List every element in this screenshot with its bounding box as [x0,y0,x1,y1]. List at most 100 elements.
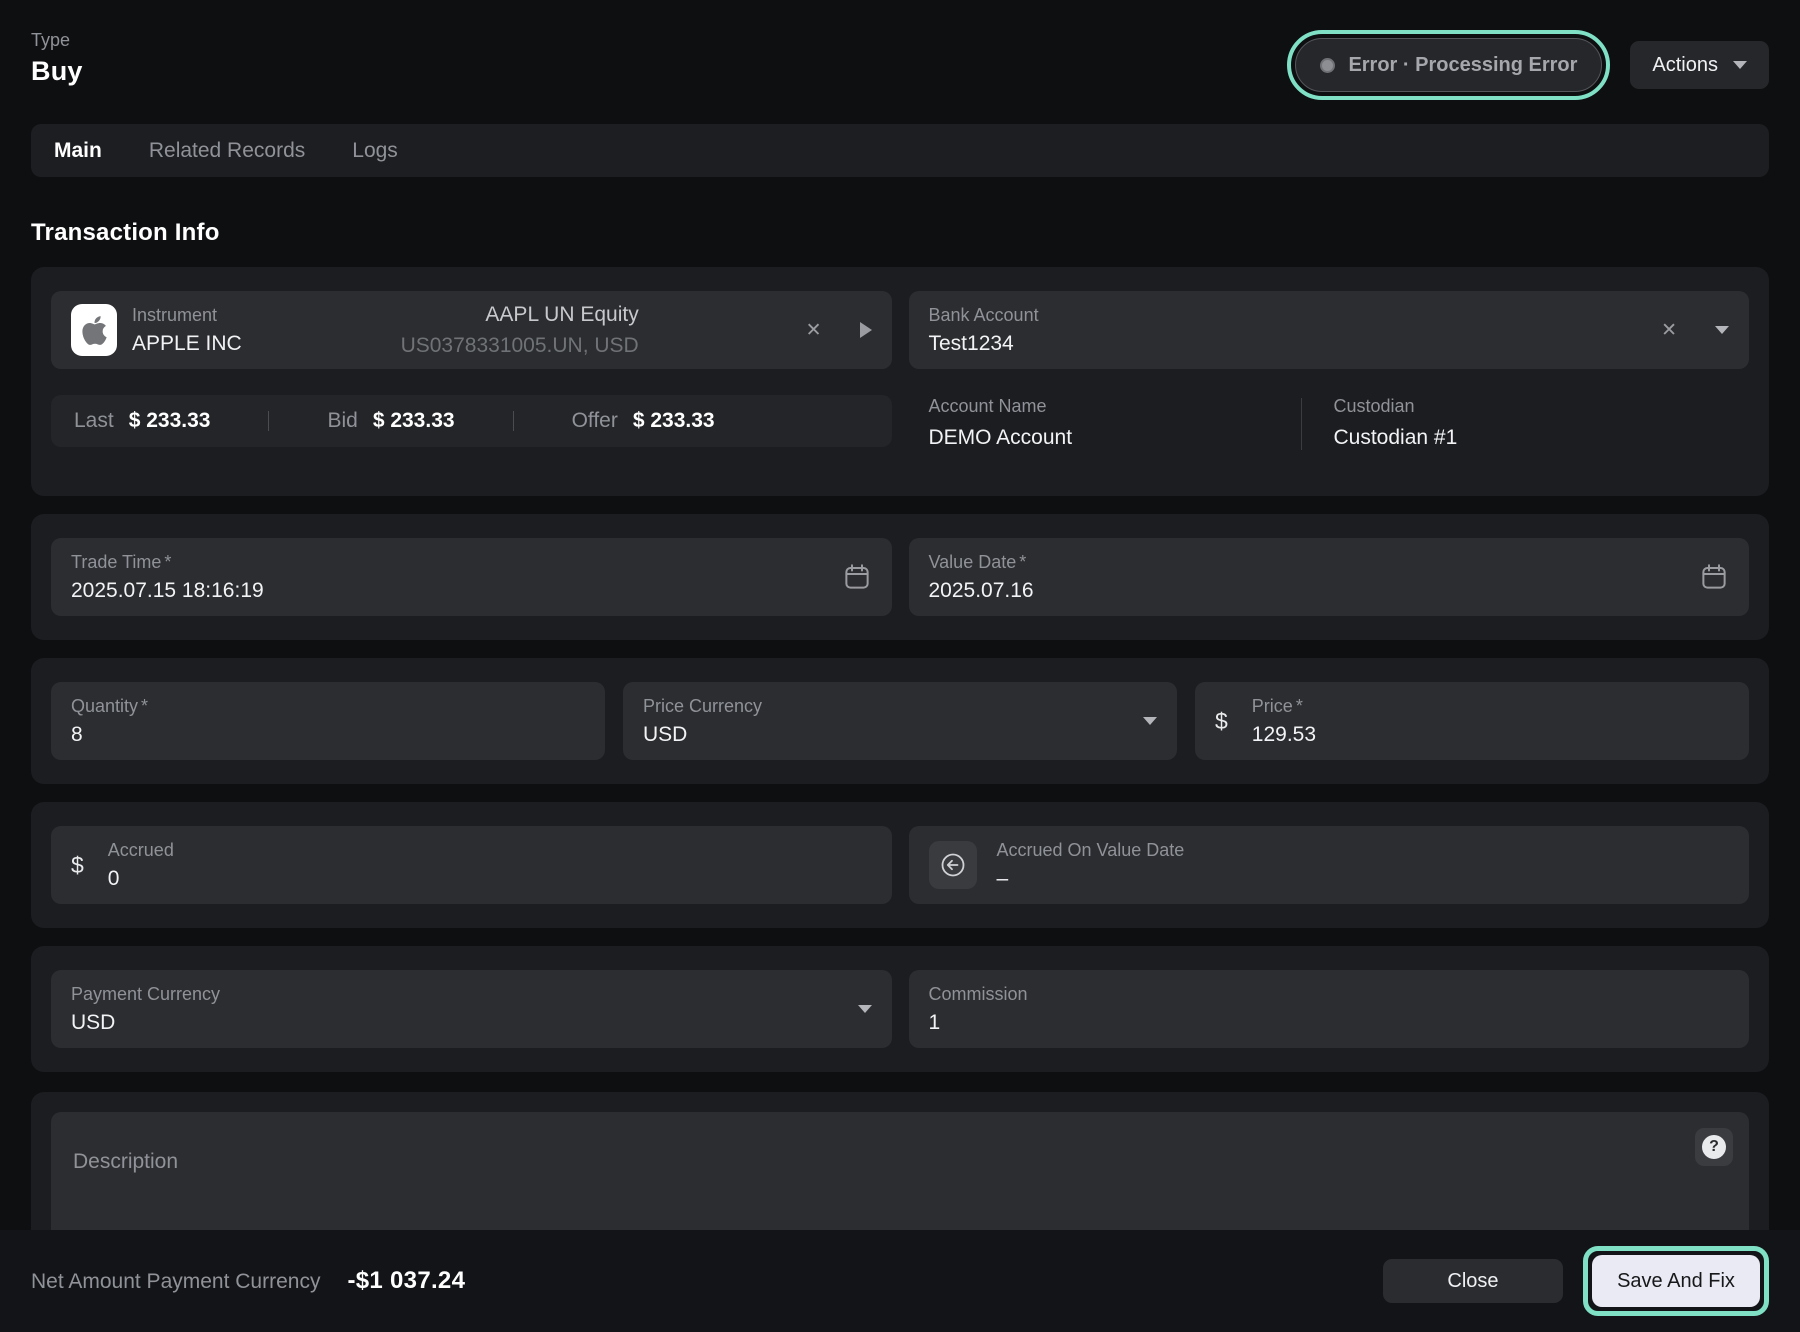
page-title: Buy [31,56,83,87]
account-details-row: Account Name DEMO Account Custodian Cust… [909,396,1750,450]
status-dot-icon [1320,58,1335,73]
accrued-text: Accrued 0 [108,840,174,891]
account-name-label: Account Name [929,396,1301,417]
clear-bank-account-icon[interactable]: ✕ [1661,321,1677,340]
instrument-isin: US0378331005.UN, USD [401,334,639,358]
dates-card: Trade Time* 2025.07.15 18:16:19 Value Da… [31,514,1769,640]
accrued-on-value-date-label: Accrued On Value Date [997,840,1185,861]
net-amount-label: Net Amount Payment Currency [31,1270,320,1294]
instrument-logo [71,304,117,356]
status-badge-label: Error · Processing Error [1348,54,1577,77]
accrued-card: $ Accrued 0 Accrued On Value Date – [31,802,1769,928]
actions-button-label: Actions [1652,54,1718,77]
payment-currency-text: Payment Currency USD [71,984,220,1035]
bank-column: Bank Account Test1234 ✕ Account Name DEM… [909,291,1750,450]
instrument-bank-card: Instrument APPLE INC AAPL UN Equity US03… [31,267,1769,496]
quote-offer-value: $ 233.33 [633,409,715,433]
quantity-price-card: Quantity* 8 Price Currency USD $ Price* … [31,658,1769,784]
instrument-field[interactable]: Instrument APPLE INC AAPL UN Equity US03… [51,291,892,369]
quote-last: Last $ 233.33 [74,409,210,433]
instrument-controls: ✕ [806,321,872,340]
instrument-column: Instrument APPLE INC AAPL UN Equity US03… [51,291,892,450]
payment-card: Payment Currency USD Commission 1 [31,946,1769,1072]
status-badge[interactable]: Error · Processing Error [1295,38,1602,92]
accrued-field[interactable]: $ Accrued 0 [51,826,892,904]
quantity-text: Quantity* 8 [71,696,148,747]
footer-buttons: Close Save And Fix [1383,1246,1769,1316]
actions-button[interactable]: Actions [1630,41,1769,89]
price-field[interactable]: $ Price* 129.53 [1195,682,1749,760]
chevron-down-icon[interactable] [1143,717,1157,725]
trade-time-label: Trade Time* [71,552,264,573]
quote-last-value: $ 233.33 [129,409,211,433]
chevron-down-icon[interactable] [858,1005,872,1013]
vertical-divider [1301,398,1302,450]
quote-bid-value: $ 233.33 [373,409,455,433]
accrued-on-value-date-text: Accrued On Value Date – [997,840,1185,891]
page-header: Type Buy Error · Processing Error Action… [31,30,1769,100]
price-currency-field[interactable]: Price Currency USD [623,682,1177,760]
type-block: Type Buy [31,30,83,87]
net-amount-block: Net Amount Payment Currency -$1 037.24 [31,1267,465,1295]
type-label: Type [31,30,83,51]
status-badge-highlight[interactable]: Error · Processing Error [1287,30,1610,100]
clear-instrument-icon[interactable]: ✕ [806,321,822,340]
payment-currency-field[interactable]: Payment Currency USD [51,970,892,1048]
chevron-down-icon[interactable] [1715,326,1729,334]
quantity-field[interactable]: Quantity* 8 [51,682,605,760]
description-placeholder: Description [73,1150,178,1173]
custodian-label: Custodian [1334,396,1458,417]
calendar-icon[interactable] [842,561,872,593]
transaction-detail-page: Type Buy Error · Processing Error Action… [0,0,1800,1332]
close-button[interactable]: Close [1383,1259,1563,1303]
copy-accrued-button[interactable] [929,841,977,889]
bank-account-value: Test1234 [929,332,1039,356]
bank-account-label: Bank Account [929,305,1039,326]
tab-main[interactable]: Main [54,139,102,163]
value-date-field[interactable]: Value Date* 2025.07.16 [909,538,1750,616]
instrument-ticker: AAPL UN Equity [401,303,639,327]
instrument-identifiers: AAPL UN Equity US0378331005.UN, USD [401,303,639,358]
tab-related-records[interactable]: Related Records [149,139,305,163]
payment-currency-label: Payment Currency [71,984,220,1005]
price-value: 129.53 [1252,723,1316,747]
quote-bid-label: Bid [327,409,357,433]
save-and-fix-button[interactable]: Save And Fix [1592,1255,1760,1307]
price-currency-value: USD [643,723,762,747]
save-button-highlight: Save And Fix [1583,1246,1769,1316]
custodian-block: Custodian Custodian #1 [1334,396,1458,450]
instrument-label: Instrument [132,305,242,326]
quote-offer-label: Offer [572,409,618,433]
tab-logs[interactable]: Logs [352,139,398,163]
tab-bar: Main Related Records Logs [31,124,1769,177]
header-actions: Error · Processing Error Actions [1287,30,1769,100]
price-currency-label: Price Currency [643,696,762,717]
bank-account-controls: ✕ [1661,321,1729,340]
expand-instrument-icon[interactable] [860,322,872,338]
apple-icon [82,314,107,347]
commission-text: Commission 1 [929,984,1028,1035]
accrued-on-value-date-field[interactable]: Accrued On Value Date – [909,826,1750,904]
price-currency-text: Price Currency USD [643,696,762,747]
quote-divider [268,411,269,431]
section-title: Transaction Info [31,219,1769,247]
help-button[interactable]: ? [1695,1128,1733,1166]
calendar-icon[interactable] [1699,561,1729,593]
trade-time-field[interactable]: Trade Time* 2025.07.15 18:16:19 [51,538,892,616]
quote-divider [513,411,514,431]
accrued-label: Accrued [108,840,174,861]
commission-value: 1 [929,1011,1028,1035]
commission-label: Commission [929,984,1028,1005]
dollar-prefix-icon: $ [1215,708,1228,735]
quote-bid: Bid $ 233.33 [327,409,454,433]
account-name-value: DEMO Account [929,426,1301,450]
price-text: Price* 129.53 [1252,696,1316,747]
commission-field[interactable]: Commission 1 [909,970,1750,1048]
instrument-value: APPLE INC [132,332,242,356]
value-date-value: 2025.07.16 [929,579,1034,603]
quantity-label: Quantity* [71,696,148,717]
account-name-block: Account Name DEMO Account [929,396,1301,450]
value-date-label: Value Date* [929,552,1034,573]
trade-time-value: 2025.07.15 18:16:19 [71,579,264,603]
bank-account-field[interactable]: Bank Account Test1234 ✕ [909,291,1750,369]
